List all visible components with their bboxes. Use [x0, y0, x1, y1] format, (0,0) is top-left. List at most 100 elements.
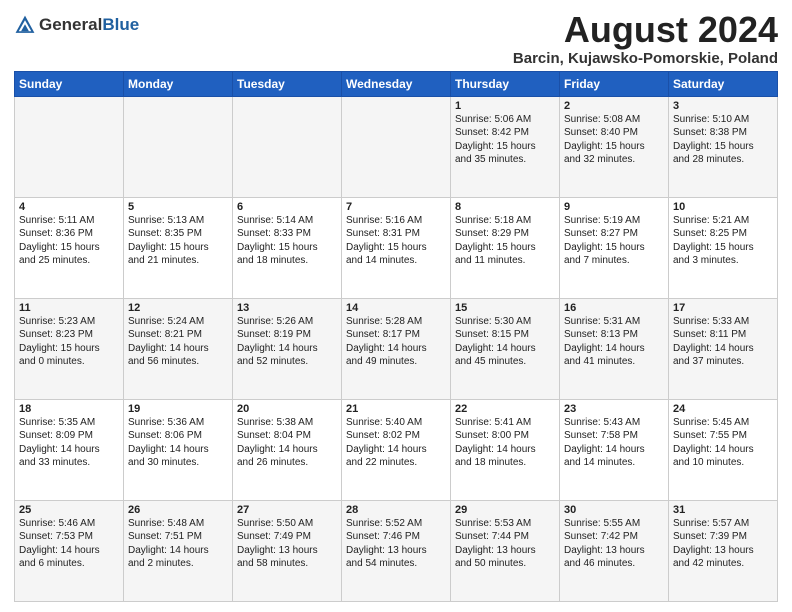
day-info: Sunrise: 5:38 AM Sunset: 8:04 PM Dayligh…: [237, 416, 337, 470]
day-info: Sunrise: 5:50 AM Sunset: 7:49 PM Dayligh…: [237, 517, 337, 571]
day-cell: 12Sunrise: 5:24 AM Sunset: 8:21 PM Dayli…: [124, 298, 233, 399]
day-info: Sunrise: 5:43 AM Sunset: 7:58 PM Dayligh…: [564, 416, 664, 470]
day-cell: [233, 96, 342, 197]
day-number: 23: [564, 403, 664, 415]
day-info: Sunrise: 5:13 AM Sunset: 8:35 PM Dayligh…: [128, 214, 228, 268]
week-row-1: 1Sunrise: 5:06 AM Sunset: 8:42 PM Daylig…: [15, 96, 778, 197]
day-number: 31: [673, 504, 773, 516]
day-cell: 21Sunrise: 5:40 AM Sunset: 8:02 PM Dayli…: [342, 399, 451, 500]
day-cell: 3Sunrise: 5:10 AM Sunset: 8:38 PM Daylig…: [669, 96, 778, 197]
day-cell: 1Sunrise: 5:06 AM Sunset: 8:42 PM Daylig…: [451, 96, 560, 197]
day-cell: 2Sunrise: 5:08 AM Sunset: 8:40 PM Daylig…: [560, 96, 669, 197]
logo-icon: [14, 14, 36, 36]
col-header-saturday: Saturday: [669, 71, 778, 96]
day-cell: 26Sunrise: 5:48 AM Sunset: 7:51 PM Dayli…: [124, 500, 233, 601]
logo-general-text: General: [39, 15, 102, 34]
day-info: Sunrise: 5:55 AM Sunset: 7:42 PM Dayligh…: [564, 517, 664, 571]
day-number: 7: [346, 201, 446, 213]
day-cell: 24Sunrise: 5:45 AM Sunset: 7:55 PM Dayli…: [669, 399, 778, 500]
day-cell: 23Sunrise: 5:43 AM Sunset: 7:58 PM Dayli…: [560, 399, 669, 500]
day-info: Sunrise: 5:45 AM Sunset: 7:55 PM Dayligh…: [673, 416, 773, 470]
day-info: Sunrise: 5:14 AM Sunset: 8:33 PM Dayligh…: [237, 214, 337, 268]
day-info: Sunrise: 5:11 AM Sunset: 8:36 PM Dayligh…: [19, 214, 119, 268]
day-cell: 9Sunrise: 5:19 AM Sunset: 8:27 PM Daylig…: [560, 197, 669, 298]
page: GeneralBlue August 2024 Barcin, Kujawsko…: [0, 0, 792, 612]
day-number: 30: [564, 504, 664, 516]
col-header-wednesday: Wednesday: [342, 71, 451, 96]
day-number: 19: [128, 403, 228, 415]
day-info: Sunrise: 5:06 AM Sunset: 8:42 PM Dayligh…: [455, 113, 555, 167]
day-cell: 22Sunrise: 5:41 AM Sunset: 8:00 PM Dayli…: [451, 399, 560, 500]
day-number: 13: [237, 302, 337, 314]
day-number: 14: [346, 302, 446, 314]
day-info: Sunrise: 5:24 AM Sunset: 8:21 PM Dayligh…: [128, 315, 228, 369]
day-cell: 5Sunrise: 5:13 AM Sunset: 8:35 PM Daylig…: [124, 197, 233, 298]
day-info: Sunrise: 5:16 AM Sunset: 8:31 PM Dayligh…: [346, 214, 446, 268]
day-number: 5: [128, 201, 228, 213]
day-cell: 11Sunrise: 5:23 AM Sunset: 8:23 PM Dayli…: [15, 298, 124, 399]
day-cell: 31Sunrise: 5:57 AM Sunset: 7:39 PM Dayli…: [669, 500, 778, 601]
week-row-3: 11Sunrise: 5:23 AM Sunset: 8:23 PM Dayli…: [15, 298, 778, 399]
day-number: 16: [564, 302, 664, 314]
day-cell: 13Sunrise: 5:26 AM Sunset: 8:19 PM Dayli…: [233, 298, 342, 399]
day-info: Sunrise: 5:26 AM Sunset: 8:19 PM Dayligh…: [237, 315, 337, 369]
day-info: Sunrise: 5:33 AM Sunset: 8:11 PM Dayligh…: [673, 315, 773, 369]
day-number: 27: [237, 504, 337, 516]
day-number: 1: [455, 100, 555, 112]
day-info: Sunrise: 5:40 AM Sunset: 8:02 PM Dayligh…: [346, 416, 446, 470]
day-cell: 6Sunrise: 5:14 AM Sunset: 8:33 PM Daylig…: [233, 197, 342, 298]
day-number: 10: [673, 201, 773, 213]
col-header-friday: Friday: [560, 71, 669, 96]
day-number: 8: [455, 201, 555, 213]
title-block: August 2024 Barcin, Kujawsko-Pomorskie, …: [513, 10, 778, 67]
logo: GeneralBlue: [14, 14, 139, 36]
subtitle: Barcin, Kujawsko-Pomorskie, Poland: [513, 50, 778, 67]
day-number: 18: [19, 403, 119, 415]
day-info: Sunrise: 5:46 AM Sunset: 7:53 PM Dayligh…: [19, 517, 119, 571]
day-cell: 19Sunrise: 5:36 AM Sunset: 8:06 PM Dayli…: [124, 399, 233, 500]
col-header-sunday: Sunday: [15, 71, 124, 96]
day-number: 26: [128, 504, 228, 516]
day-info: Sunrise: 5:10 AM Sunset: 8:38 PM Dayligh…: [673, 113, 773, 167]
day-number: 3: [673, 100, 773, 112]
day-number: 9: [564, 201, 664, 213]
day-number: 12: [128, 302, 228, 314]
logo-blue-text: Blue: [102, 15, 139, 34]
col-header-monday: Monday: [124, 71, 233, 96]
day-cell: 15Sunrise: 5:30 AM Sunset: 8:15 PM Dayli…: [451, 298, 560, 399]
day-cell: 30Sunrise: 5:55 AM Sunset: 7:42 PM Dayli…: [560, 500, 669, 601]
day-cell: 4Sunrise: 5:11 AM Sunset: 8:36 PM Daylig…: [15, 197, 124, 298]
day-cell: 29Sunrise: 5:53 AM Sunset: 7:44 PM Dayli…: [451, 500, 560, 601]
day-info: Sunrise: 5:41 AM Sunset: 8:00 PM Dayligh…: [455, 416, 555, 470]
day-cell: 14Sunrise: 5:28 AM Sunset: 8:17 PM Dayli…: [342, 298, 451, 399]
day-cell: 16Sunrise: 5:31 AM Sunset: 8:13 PM Dayli…: [560, 298, 669, 399]
day-cell: [15, 96, 124, 197]
day-number: 15: [455, 302, 555, 314]
day-cell: 28Sunrise: 5:52 AM Sunset: 7:46 PM Dayli…: [342, 500, 451, 601]
day-info: Sunrise: 5:35 AM Sunset: 8:09 PM Dayligh…: [19, 416, 119, 470]
day-number: 2: [564, 100, 664, 112]
day-cell: 10Sunrise: 5:21 AM Sunset: 8:25 PM Dayli…: [669, 197, 778, 298]
day-number: 6: [237, 201, 337, 213]
day-number: 17: [673, 302, 773, 314]
day-number: 21: [346, 403, 446, 415]
day-info: Sunrise: 5:48 AM Sunset: 7:51 PM Dayligh…: [128, 517, 228, 571]
day-cell: 25Sunrise: 5:46 AM Sunset: 7:53 PM Dayli…: [15, 500, 124, 601]
col-header-tuesday: Tuesday: [233, 71, 342, 96]
day-number: 11: [19, 302, 119, 314]
week-row-2: 4Sunrise: 5:11 AM Sunset: 8:36 PM Daylig…: [15, 197, 778, 298]
day-info: Sunrise: 5:23 AM Sunset: 8:23 PM Dayligh…: [19, 315, 119, 369]
col-header-thursday: Thursday: [451, 71, 560, 96]
calendar-table: SundayMondayTuesdayWednesdayThursdayFrid…: [14, 71, 778, 602]
day-info: Sunrise: 5:19 AM Sunset: 8:27 PM Dayligh…: [564, 214, 664, 268]
day-cell: 7Sunrise: 5:16 AM Sunset: 8:31 PM Daylig…: [342, 197, 451, 298]
week-row-5: 25Sunrise: 5:46 AM Sunset: 7:53 PM Dayli…: [15, 500, 778, 601]
day-info: Sunrise: 5:36 AM Sunset: 8:06 PM Dayligh…: [128, 416, 228, 470]
day-number: 24: [673, 403, 773, 415]
header: GeneralBlue August 2024 Barcin, Kujawsko…: [14, 10, 778, 67]
day-cell: 18Sunrise: 5:35 AM Sunset: 8:09 PM Dayli…: [15, 399, 124, 500]
day-cell: 27Sunrise: 5:50 AM Sunset: 7:49 PM Dayli…: [233, 500, 342, 601]
week-row-4: 18Sunrise: 5:35 AM Sunset: 8:09 PM Dayli…: [15, 399, 778, 500]
day-cell: [124, 96, 233, 197]
day-number: 4: [19, 201, 119, 213]
